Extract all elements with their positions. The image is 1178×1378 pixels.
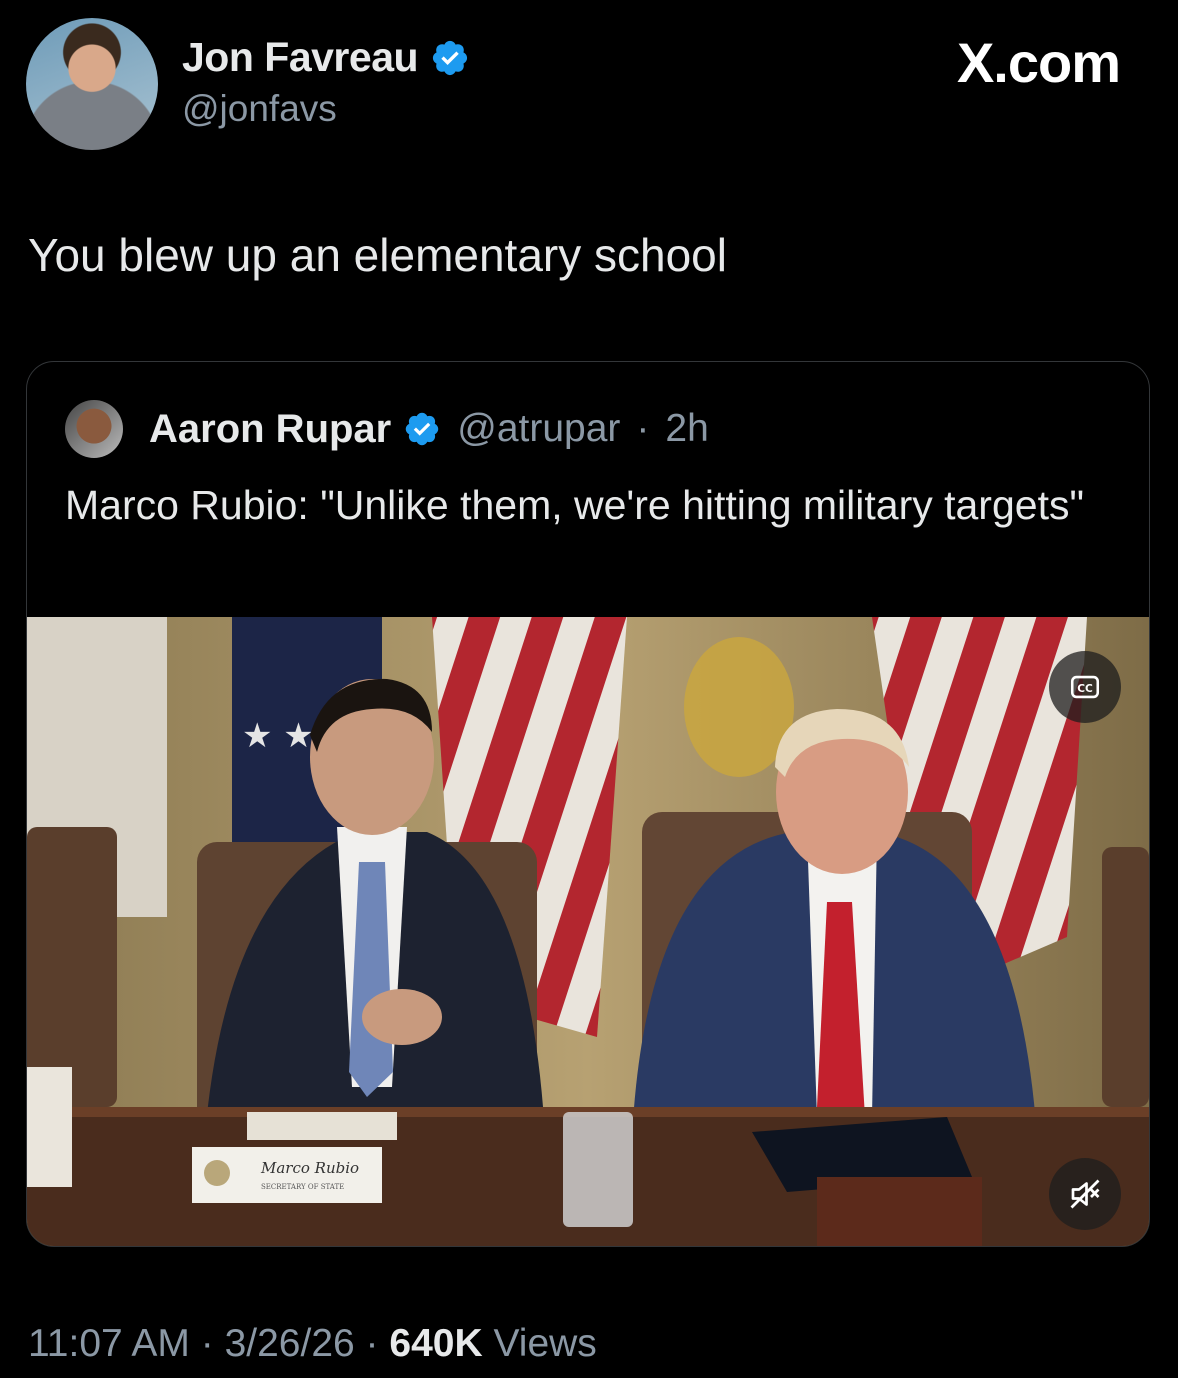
nameplate-name: Marco Rubio: [260, 1159, 359, 1177]
closed-captions-icon: CC: [1070, 675, 1100, 699]
video-frame: ★ ★ Marco Rubio SECRETARY OF STATE: [27, 617, 1149, 1246]
author-avatar[interactable]: [26, 18, 158, 150]
verified-badge-icon: [432, 40, 468, 75]
author-name[interactable]: Jon Favreau: [182, 34, 419, 81]
x-watermark: X.com: [956, 31, 1121, 94]
quoted-separator: ·: [636, 407, 650, 450]
svg-text:CC: CC: [1077, 682, 1093, 695]
verified-badge-icon: [406, 412, 439, 446]
quoted-time[interactable]: 2h: [665, 407, 708, 451]
quoted-tweet-card[interactable]: Aaron Rupar @atrupar · 2h Marco Rubio: "…: [26, 361, 1150, 1247]
meta-separator: ·: [365, 1322, 379, 1365]
author-handle[interactable]: @jonfavs: [182, 88, 337, 130]
mute-toggle-button[interactable]: [1049, 1158, 1121, 1230]
svg-text:★ ★: ★ ★: [242, 716, 314, 756]
tweet-date[interactable]: 3/26/26: [225, 1322, 355, 1365]
captions-button[interactable]: CC: [1049, 651, 1121, 723]
author-name-row: Jon Favreau: [182, 34, 470, 81]
meta-separator: ·: [200, 1322, 214, 1365]
tweet-text: You blew up an elementary school: [28, 229, 727, 281]
views-count[interactable]: 640K: [389, 1322, 482, 1365]
views-label: Views: [493, 1322, 597, 1365]
quoted-author-handle[interactable]: @atrupar: [457, 407, 620, 451]
tweet-time[interactable]: 11:07 AM: [28, 1322, 190, 1365]
muted-speaker-icon: [1070, 1179, 1100, 1209]
tweet-meta: 11:07 AM · 3/26/26 · 640K Views: [28, 1322, 597, 1366]
quoted-text: Marco Rubio: "Unlike them, we're hitting…: [65, 482, 1085, 528]
nameplate-title: SECRETARY OF STATE: [261, 1183, 344, 1191]
quoted-video[interactable]: ★ ★ Marco Rubio SECRETARY OF STATE CC: [27, 617, 1149, 1246]
quoted-author-name[interactable]: Aaron Rupar: [149, 407, 391, 452]
quoted-author-avatar[interactable]: [65, 400, 123, 458]
quoted-header: Aaron Rupar @atrupar · 2h: [65, 400, 709, 458]
